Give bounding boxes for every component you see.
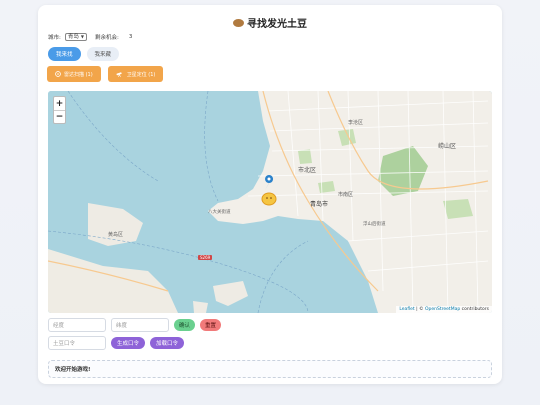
chevron-down-icon: ▼ [80,34,84,39]
radar-scan-button[interactable]: 雷达扫描 (1) [47,66,101,82]
confirm-button[interactable]: 确认 [174,319,196,331]
game-card: 寻找发光土豆 城市: 青岛 ▼ 剩余机会: 3 我来找 我来藏 雷达扫描 (1) … [38,5,502,384]
longitude-input[interactable]: 经度 [48,318,106,332]
remaining-value: 3 [128,34,133,40]
page-title: 寻找发光土豆 [38,15,502,30]
map-label-huangdao: 黄岛区 [108,232,124,238]
mode-tabs: 我来找 我来藏 [48,47,120,61]
telescope-icon [116,72,122,77]
code-row: 土豆口令 生成口令 加载口令 [48,336,185,350]
code-input[interactable]: 土豆口令 [48,336,106,350]
attribution-separator: | © [414,307,425,312]
map-view[interactable]: 市北区 李沧区 崂山区 市南区 青岛市 八大关街道 浮山后街道 黄岛区 S269… [48,91,492,313]
remaining-label: 剩余机会: [94,35,119,41]
coordinate-row: 经度 纬度 确认 重置 [48,318,222,332]
radar-scan-label: 雷达扫描 (1) [64,71,93,78]
leaflet-link[interactable]: Leaflet [399,307,414,312]
city-select-value: 青岛 [67,34,79,40]
map-attribution: Leaflet | © OpenStreetMap contributors [396,306,492,313]
satellite-locate-button[interactable]: 卫星定位 (1) [107,66,164,82]
potato-icon [233,19,244,27]
tab-seek[interactable]: 我来找 [48,47,81,61]
radar-icon [55,71,61,77]
map-label-shibei: 市北区 [298,167,317,174]
generate-code-button[interactable]: 生成口令 [111,337,146,349]
map-label-badaguan: 八大关街道 [208,210,231,215]
map-label-route: S269 [198,255,213,260]
map-label-shinan: 市南区 [338,192,354,198]
map-label-fushan: 浮山后街道 [363,222,386,227]
map-label-laoshan: 崂山区 [438,143,457,150]
zoom-in-button[interactable]: + [54,97,65,110]
latitude-input[interactable]: 纬度 [111,318,169,332]
reset-button[interactable]: 重置 [200,319,222,331]
status-row: 城市: 青岛 ▼ 剩余机会: 3 [48,33,132,41]
zoom-control: + − [53,96,66,124]
city-select[interactable]: 青岛 ▼ [64,33,87,41]
zoom-out-button[interactable]: − [54,110,65,123]
city-label: 城市: [48,35,61,41]
page-title-text: 寻找发光土豆 [247,19,307,30]
tool-actions: 雷达扫描 (1) 卫星定位 (1) [47,66,164,82]
load-code-button[interactable]: 加载口令 [150,337,185,349]
satellite-locate-label: 卫星定位 (1) [126,71,156,78]
message-text: 欢迎开始游戏! [55,367,91,373]
map-label-licang: 李沧区 [348,120,364,126]
tab-hide[interactable]: 我来藏 [86,47,120,61]
message-box: 欢迎开始游戏! [48,360,492,378]
attribution-text: contributors [460,307,489,312]
map-label-qingdao-city: 青岛市 [310,201,329,208]
osm-link[interactable]: OpenStreetMap [425,307,460,312]
map-tiles [48,91,492,313]
